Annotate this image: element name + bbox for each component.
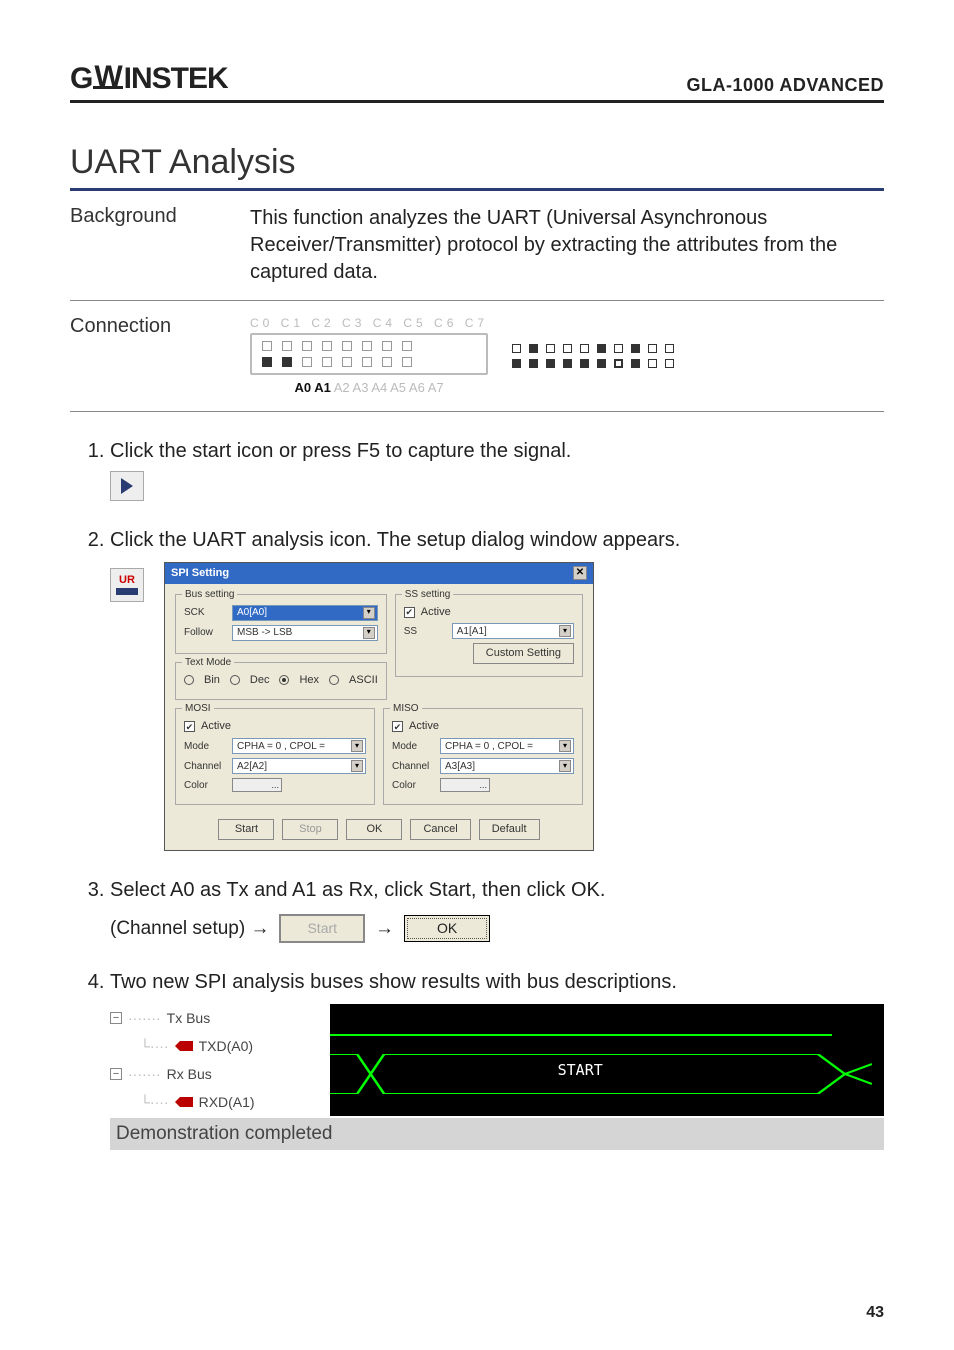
collapse-icon[interactable]: − <box>110 1068 122 1080</box>
ok-button[interactable]: OK <box>346 819 402 840</box>
mosi-mode-dropdown[interactable]: CPHA = 0 , CPOL =▾ <box>232 738 366 754</box>
dialog-title: SPI Setting <box>171 566 229 581</box>
mosi-channel-dropdown[interactable]: A2[A2]▾ <box>232 758 366 774</box>
inline-ok-button[interactable]: OK <box>404 915 490 942</box>
channel-setup-hint: (Channel setup) → <box>110 916 269 942</box>
connection-side-pins <box>512 344 674 368</box>
connection-bottom-labels: A0 A1 A2 A3 A4 A5 A6 A7 <box>250 379 488 397</box>
follow-dropdown[interactable]: MSB -> LSB▾ <box>232 625 378 641</box>
uart-analysis-icon[interactable]: UR <box>110 568 144 602</box>
miso-legend: MISO <box>390 702 422 716</box>
ss-active-checkbox[interactable]: ✔ <box>404 607 415 618</box>
step-3: Select A0 as Tx and A1 as Rx, click Star… <box>110 877 884 943</box>
ss-dropdown[interactable]: A1[A1]▾ <box>452 623 574 639</box>
sck-label: SCK <box>184 606 226 620</box>
bus-tree: −·······Tx Bus └···· TXD(A0) −·······Rx … <box>110 1004 330 1116</box>
rxd-label: RXD(A1) <box>199 1093 255 1112</box>
demo-completed-bar: Demonstration completed <box>110 1118 884 1150</box>
section-heading: UART Analysis <box>70 143 884 191</box>
miso-color-swatch[interactable]: ... <box>440 778 490 792</box>
bus-setting-legend: Bus setting <box>182 588 237 602</box>
doc-title: GLA-1000 ADVANCED <box>686 75 884 96</box>
chevron-down-icon: ▾ <box>559 740 571 752</box>
background-label: Background <box>70 205 250 286</box>
custom-setting-button[interactable]: Custom Setting <box>473 643 574 664</box>
cancel-button[interactable]: Cancel <box>410 819 470 840</box>
miso-mode-dropdown[interactable]: CPHA = 0 , CPOL =▾ <box>440 738 574 754</box>
step-1: Click the start icon or press F5 to capt… <box>110 438 884 501</box>
stop-button[interactable]: Stop <box>282 819 338 840</box>
chevron-down-icon: ▾ <box>351 740 363 752</box>
miso-active-checkbox[interactable]: ✔ <box>392 721 403 732</box>
miso-channel-dropdown[interactable]: A3[A3]▾ <box>440 758 574 774</box>
sck-dropdown[interactable]: A0[A0]▾ <box>232 605 378 621</box>
txd-label: TXD(A0) <box>199 1037 253 1056</box>
chevron-down-icon: ▾ <box>559 625 571 637</box>
default-button[interactable]: Default <box>479 819 540 840</box>
background-text: This function analyzes the UART (Univers… <box>250 205 884 286</box>
step-4: Two new SPI analysis buses show results … <box>110 969 884 1150</box>
ss-label: SS <box>404 625 446 639</box>
chevron-down-icon: ▾ <box>559 760 571 772</box>
start-icon[interactable] <box>110 471 144 501</box>
waveform-canvas: START <box>330 1004 872 1116</box>
chevron-down-icon: ▾ <box>363 607 375 619</box>
connection-diagram: C0 C1 C2 C3 C4 C5 C6 C7 A0 A1 A2 A3 A4 A… <box>250 315 884 397</box>
mosi-active-checkbox[interactable]: ✔ <box>184 721 195 732</box>
arrow-icon: → <box>375 916 394 942</box>
radio-dec[interactable] <box>230 675 240 685</box>
probe-icon <box>175 1097 193 1107</box>
ss-setting-legend: SS setting <box>402 588 454 602</box>
chevron-down-icon: ▾ <box>351 760 363 772</box>
step-2: Click the UART analysis icon. The setup … <box>110 527 884 851</box>
rx-bus-label: Rx Bus <box>167 1065 212 1084</box>
chevron-down-icon: ▾ <box>363 627 375 639</box>
probe-icon <box>175 1041 193 1051</box>
page-number: 43 <box>866 1304 884 1322</box>
connection-label: Connection <box>70 315 250 397</box>
radio-ascii[interactable] <box>329 675 339 685</box>
connection-top-labels: C0 C1 C2 C3 C4 C5 C6 C7 <box>250 315 488 331</box>
radio-bin[interactable] <box>184 675 194 685</box>
mosi-color-swatch[interactable]: ... <box>232 778 282 792</box>
textmode-legend: Text Mode <box>182 656 234 670</box>
close-icon[interactable]: ✕ <box>573 566 587 580</box>
collapse-icon[interactable]: − <box>110 1012 122 1024</box>
start-button[interactable]: Start <box>218 819 274 840</box>
spi-setting-dialog: SPI Setting ✕ Bus setting SCK A0[A0]▾ Fo… <box>164 562 594 851</box>
inline-start-button[interactable]: Start <box>279 914 365 943</box>
tx-bus-label: Tx Bus <box>167 1009 211 1028</box>
follow-label: Follow <box>184 626 226 640</box>
wave-start-label: START <box>558 1060 603 1080</box>
radio-hex[interactable] <box>279 675 289 685</box>
mosi-legend: MOSI <box>182 702 214 716</box>
brand-logo: GWINSTEK <box>70 62 228 96</box>
